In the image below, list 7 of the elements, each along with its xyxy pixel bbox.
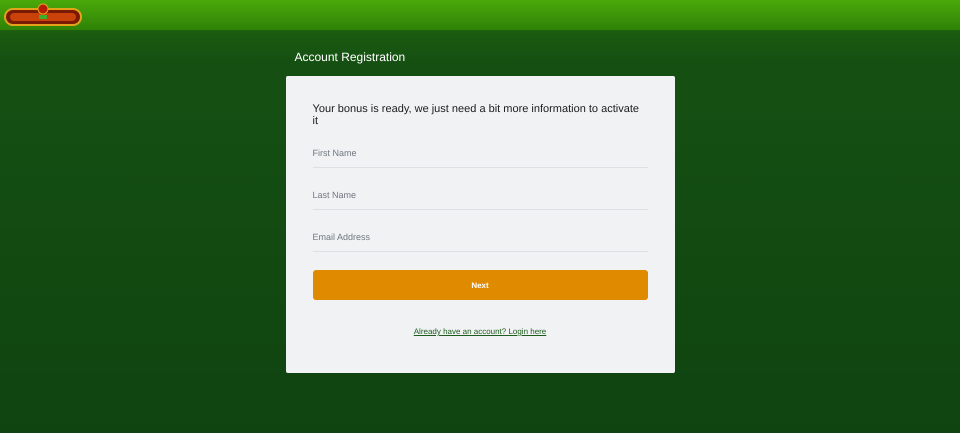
input-field[interactable]: Last Name — [312, 189, 648, 210]
login-link[interactable]: Already have an account? Login here — [414, 327, 546, 336]
input-field[interactable]: Email Address — [312, 231, 648, 252]
page-title: Account Registration — [294, 50, 406, 64]
input-field[interactable]: First Name — [312, 147, 648, 168]
intro-text: Your bonus is ready, we just need a bit more information to activate it — [312, 103, 640, 127]
logo-icon[interactable] — [4, 3, 82, 27]
